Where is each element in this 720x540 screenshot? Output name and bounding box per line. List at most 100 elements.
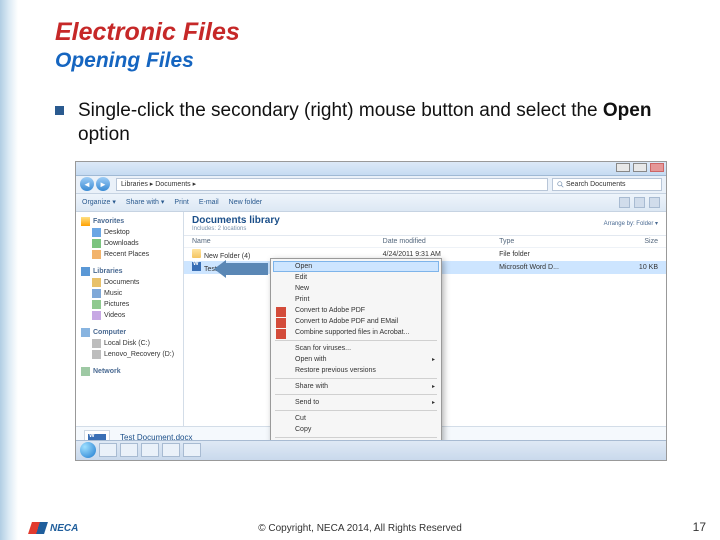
search-input[interactable]: Search Documents	[552, 178, 662, 191]
arrow-head-icon	[214, 260, 226, 278]
context-copy[interactable]: Copy	[273, 424, 439, 435]
breadcrumb[interactable]: Libraries ▸ Documents ▸	[116, 178, 548, 191]
search-icon	[557, 181, 564, 188]
sidebar-item-localdisk[interactable]: Local Disk (C:)	[76, 338, 183, 349]
footer-copyright: © Copyright, NECA 2014, All Rights Reser…	[0, 523, 720, 534]
sidebar-network[interactable]: Network	[76, 366, 183, 377]
toolbar-print[interactable]: Print	[174, 199, 188, 206]
sidebar-item-label: Desktop	[104, 229, 130, 236]
bullet-icon	[55, 106, 64, 115]
context-sharewith[interactable]: Share with ▸	[273, 381, 439, 392]
separator	[275, 340, 437, 341]
toolbar-email[interactable]: E-mail	[199, 199, 219, 206]
pictures-icon	[92, 300, 101, 309]
sidebar-item-label: Pictures	[104, 301, 129, 308]
sidebar-item-downloads[interactable]: Downloads	[76, 238, 183, 249]
sidebar-libraries-label: Libraries	[93, 268, 123, 275]
sidebar-item-videos[interactable]: Videos	[76, 310, 183, 321]
embedded-screenshot: ◄ ► Libraries ▸ Documents ▸ Search Docum…	[75, 161, 667, 461]
file-type: File folder	[499, 251, 594, 258]
sidebar-item-pictures[interactable]: Pictures	[76, 299, 183, 310]
decorative-stripe	[0, 0, 18, 540]
context-label: Share with	[295, 383, 328, 390]
taskbar-app-icon[interactable]	[183, 443, 201, 457]
sidebar-libraries[interactable]: Libraries	[76, 266, 183, 277]
submenu-arrow-icon: ▸	[432, 383, 435, 390]
sidebar-item-desktop[interactable]: Desktop	[76, 227, 183, 238]
context-label: Open with	[295, 356, 327, 363]
sidebar-favorites[interactable]: Favorites	[76, 216, 183, 227]
context-scan[interactable]: Scan for viruses...	[273, 343, 439, 354]
context-label: Combine supported files in Acrobat...	[295, 329, 409, 336]
col-size[interactable]: Size	[594, 238, 658, 245]
nav-forward-button[interactable]: ►	[96, 177, 110, 191]
taskbar-explorer-icon[interactable]	[99, 443, 117, 457]
sidebar-item-music[interactable]: Music	[76, 288, 183, 299]
minimize-button[interactable]	[616, 163, 630, 172]
separator	[275, 394, 437, 395]
close-button[interactable]	[650, 163, 664, 172]
bullet-text-post: option	[78, 124, 130, 145]
maximize-button[interactable]	[633, 163, 647, 172]
sidebar-computer[interactable]: Computer	[76, 327, 183, 338]
help-icon[interactable]	[649, 197, 660, 208]
separator	[275, 378, 437, 379]
toolbar: Organize ▾ Share with ▾ Print E-mail New…	[76, 194, 666, 212]
context-combine[interactable]: Combine supported files in Acrobat...	[273, 327, 439, 338]
toolbar-newfolder[interactable]: New folder	[229, 199, 262, 206]
toolbar-organize[interactable]: Organize ▾	[82, 198, 116, 206]
toolbar-share[interactable]: Share with ▾	[126, 198, 165, 206]
sidebar-item-label: Local Disk (C:)	[104, 340, 150, 347]
arrow-shaft	[226, 263, 268, 275]
sidebar-item-label: Lenovo_Recovery (D:)	[104, 351, 174, 358]
library-subtitle: Includes: 2 locations	[192, 226, 280, 232]
start-button[interactable]	[80, 442, 96, 458]
context-open[interactable]: Open	[273, 261, 439, 272]
col-name[interactable]: Name	[192, 238, 383, 245]
slide-content: Electronic Files Opening Files Single-cl…	[0, 0, 720, 461]
star-icon	[81, 217, 90, 226]
taskbar-ie-icon[interactable]	[120, 443, 138, 457]
preview-icon[interactable]	[634, 197, 645, 208]
documents-icon	[92, 278, 101, 287]
arrange-by[interactable]: Arrange by: Folder ▾	[604, 220, 658, 227]
separator	[275, 437, 437, 438]
library-header: Documents library Includes: 2 locations …	[184, 212, 666, 236]
context-new[interactable]: New	[273, 283, 439, 294]
col-type[interactable]: Type	[499, 238, 594, 245]
libraries-icon	[81, 267, 90, 276]
sidebar-item-documents[interactable]: Documents	[76, 277, 183, 288]
file-name: New Folder (4)	[204, 253, 250, 260]
context-adobe-email[interactable]: Convert to Adobe PDF and EMail	[273, 316, 439, 327]
context-cut[interactable]: Cut	[273, 413, 439, 424]
network-icon	[81, 367, 90, 376]
view-icon[interactable]	[619, 197, 630, 208]
file-date: 4/24/2011 9:31 AM	[383, 251, 500, 258]
context-edit[interactable]: Edit	[273, 272, 439, 283]
context-openwith[interactable]: Open with▸	[273, 354, 439, 365]
context-print[interactable]: Print	[273, 294, 439, 305]
context-label: Convert to Adobe PDF	[295, 307, 365, 314]
page-number: 17	[693, 520, 706, 534]
address-bar-row: ◄ ► Libraries ▸ Documents ▸ Search Docum…	[76, 176, 666, 194]
sidebar-item-recovery[interactable]: Lenovo_Recovery (D:)	[76, 349, 183, 360]
sidebar-item-recent[interactable]: Recent Places	[76, 249, 183, 260]
taskbar-media-icon[interactable]	[141, 443, 159, 457]
computer-icon	[81, 328, 90, 337]
col-date[interactable]: Date modified	[383, 238, 500, 245]
taskbar-app-icon[interactable]	[162, 443, 180, 457]
adobe-icon	[276, 329, 286, 339]
nav-back-button[interactable]: ◄	[80, 177, 94, 191]
sidebar-item-label: Music	[104, 290, 122, 297]
window-buttons	[615, 163, 664, 174]
sidebar-computer-label: Computer	[93, 329, 126, 336]
context-adobe[interactable]: Convert to Adobe PDF	[273, 305, 439, 316]
word-icon	[192, 262, 201, 271]
sidebar-item-label: Documents	[104, 279, 139, 286]
separator	[275, 410, 437, 411]
taskbar	[76, 440, 666, 460]
context-label: Send to	[295, 399, 319, 406]
context-restore[interactable]: Restore previous versions	[273, 365, 439, 376]
context-sendto[interactable]: Send to▸	[273, 397, 439, 408]
bullet-text-bold: Open	[603, 100, 652, 121]
